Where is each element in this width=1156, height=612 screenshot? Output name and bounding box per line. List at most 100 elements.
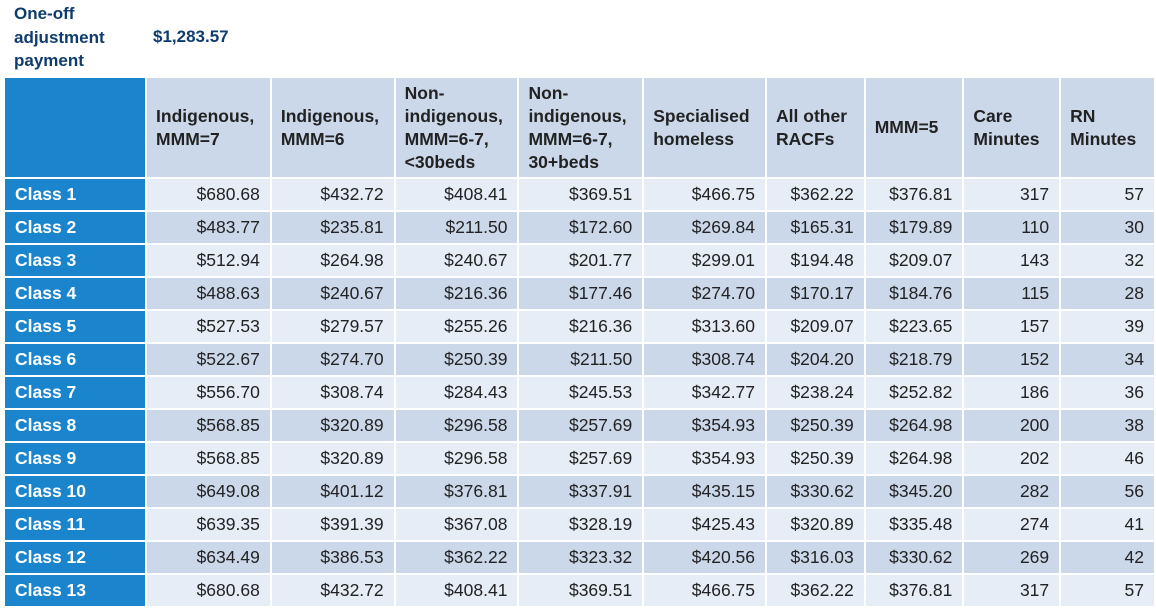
table-cell: 41 xyxy=(1061,509,1154,540)
table-cell: $316.03 xyxy=(767,542,864,573)
table-cell: $420.56 xyxy=(644,542,766,573)
table-cell: $435.15 xyxy=(644,476,766,507)
table-cell: $216.36 xyxy=(395,278,518,309)
row-label: Class 13 xyxy=(5,575,146,606)
table-cell: $330.62 xyxy=(865,542,963,573)
table-cell: 274 xyxy=(964,509,1060,540)
table-cell: $201.77 xyxy=(519,245,643,276)
table-cell: $639.35 xyxy=(147,509,270,540)
table-cell: 32 xyxy=(1061,245,1154,276)
table-cell: 200 xyxy=(964,410,1060,441)
table-cell: $264.98 xyxy=(865,443,963,474)
table-cell: $432.72 xyxy=(271,179,394,210)
table-cell: $320.89 xyxy=(271,443,394,474)
column-header: MMM=5 xyxy=(865,78,963,177)
table-row: Class 1 $680.68 $432.72 $408.41 $369.51 $466.… xyxy=(5,179,1154,210)
table-row: Class 8 $568.85 $320.89 $296.58 $257.69 $354.… xyxy=(5,410,1154,441)
table-cell: $284.43 xyxy=(395,377,518,408)
table-cell: $274.70 xyxy=(271,344,394,375)
table-cell: $223.65 xyxy=(865,311,963,342)
row-label: Class 6 xyxy=(5,344,146,375)
table-cell: $345.20 xyxy=(865,476,963,507)
table-cell: $527.53 xyxy=(147,311,270,342)
table-cell: $556.70 xyxy=(147,377,270,408)
table-cell: 36 xyxy=(1061,377,1154,408)
table-cell: $250.39 xyxy=(767,410,864,441)
column-header: Specialised homeless xyxy=(644,78,766,177)
table-cell: $522.67 xyxy=(147,344,270,375)
rates-table: Indigenous, MMM=7 Indigenous, MMM=6 Non-in… xyxy=(3,76,1156,608)
column-header: Non-indigenous, MMM=6-7, <30beds xyxy=(395,78,518,177)
table-cell: $376.81 xyxy=(865,575,963,606)
table-cell: $512.94 xyxy=(147,245,270,276)
table-cell: 143 xyxy=(964,245,1060,276)
row-label: Class 4 xyxy=(5,278,146,309)
table-cell: $367.08 xyxy=(395,509,518,540)
table-cell: $264.98 xyxy=(865,410,963,441)
table-cell: $179.89 xyxy=(865,212,963,243)
table-cell: $342.77 xyxy=(644,377,766,408)
table-cell: 157 xyxy=(964,311,1060,342)
table-cell: $172.60 xyxy=(519,212,643,243)
table-cell: $216.36 xyxy=(519,311,643,342)
table-row: Class 6 $522.67 $274.70 $250.39 $211.50 $308.… xyxy=(5,344,1154,375)
table-cell: $165.31 xyxy=(767,212,864,243)
table-cell: $257.69 xyxy=(519,410,643,441)
table-cell: $235.81 xyxy=(271,212,394,243)
table-cell: 202 xyxy=(964,443,1060,474)
table-cell: $408.41 xyxy=(395,575,518,606)
table-cell: $184.76 xyxy=(865,278,963,309)
column-header: All other RACFs xyxy=(767,78,864,177)
table-cell: $296.58 xyxy=(395,410,518,441)
table-cell: 186 xyxy=(964,377,1060,408)
table-cell: $296.58 xyxy=(395,443,518,474)
table-cell: $245.53 xyxy=(519,377,643,408)
table-cell: $369.51 xyxy=(519,179,643,210)
table-cell: $568.85 xyxy=(147,410,270,441)
column-header: Indigenous, MMM=7 xyxy=(147,78,270,177)
table-cell: 39 xyxy=(1061,311,1154,342)
table-cell: $680.68 xyxy=(147,179,270,210)
table-cell: $209.07 xyxy=(767,311,864,342)
table-cell: 269 xyxy=(964,542,1060,573)
table-cell: $240.67 xyxy=(395,245,518,276)
table-cell: $313.60 xyxy=(644,311,766,342)
table-cell: 56 xyxy=(1061,476,1154,507)
table-cell: 28 xyxy=(1061,278,1154,309)
table-cell: $194.48 xyxy=(767,245,864,276)
adjustment-label: One-off adjustment payment xyxy=(14,4,105,70)
table-cell: $369.51 xyxy=(519,575,643,606)
row-label: Class 12 xyxy=(5,542,146,573)
table-row: Class 5 $527.53 $279.57 $255.26 $216.36 $313.… xyxy=(5,311,1154,342)
table-cell: $308.74 xyxy=(644,344,766,375)
adjustment-payment: One-off adjustment payment $1,283.57 xyxy=(14,2,229,73)
table-cell: $354.93 xyxy=(644,410,766,441)
table-cell: $170.17 xyxy=(767,278,864,309)
table-cell: $320.89 xyxy=(767,509,864,540)
table-cell: $649.08 xyxy=(147,476,270,507)
table-cell: $568.85 xyxy=(147,443,270,474)
table-row: Class 3 $512.94 $264.98 $240.67 $201.77 $299.… xyxy=(5,245,1154,276)
table-row: Class 2 $483.77 $235.81 $211.50 $172.60 $269.… xyxy=(5,212,1154,243)
table-cell: $337.91 xyxy=(519,476,643,507)
header-row: Indigenous, MMM=7 Indigenous, MMM=6 Non-in… xyxy=(5,78,1154,177)
table-cell: $362.22 xyxy=(767,179,864,210)
table-cell: $354.93 xyxy=(644,443,766,474)
table-cell: $330.62 xyxy=(767,476,864,507)
column-header: RN Minutes xyxy=(1061,78,1154,177)
table-cell: $323.32 xyxy=(519,542,643,573)
table-cell: $218.79 xyxy=(865,344,963,375)
table-cell: 282 xyxy=(964,476,1060,507)
table-row: Class 10 $649.08 $401.12 $376.81 $337.91 $435… xyxy=(5,476,1154,507)
table-cell: $425.43 xyxy=(644,509,766,540)
table-cell: $488.63 xyxy=(147,278,270,309)
table-cell: $279.57 xyxy=(271,311,394,342)
table-cell: $250.39 xyxy=(395,344,518,375)
table-cell: $401.12 xyxy=(271,476,394,507)
table-cell: 57 xyxy=(1061,179,1154,210)
table-cell: $209.07 xyxy=(865,245,963,276)
table-cell: $211.50 xyxy=(395,212,518,243)
table-cell: 115 xyxy=(964,278,1060,309)
table-cell: $376.81 xyxy=(865,179,963,210)
table-cell: $466.75 xyxy=(644,575,766,606)
